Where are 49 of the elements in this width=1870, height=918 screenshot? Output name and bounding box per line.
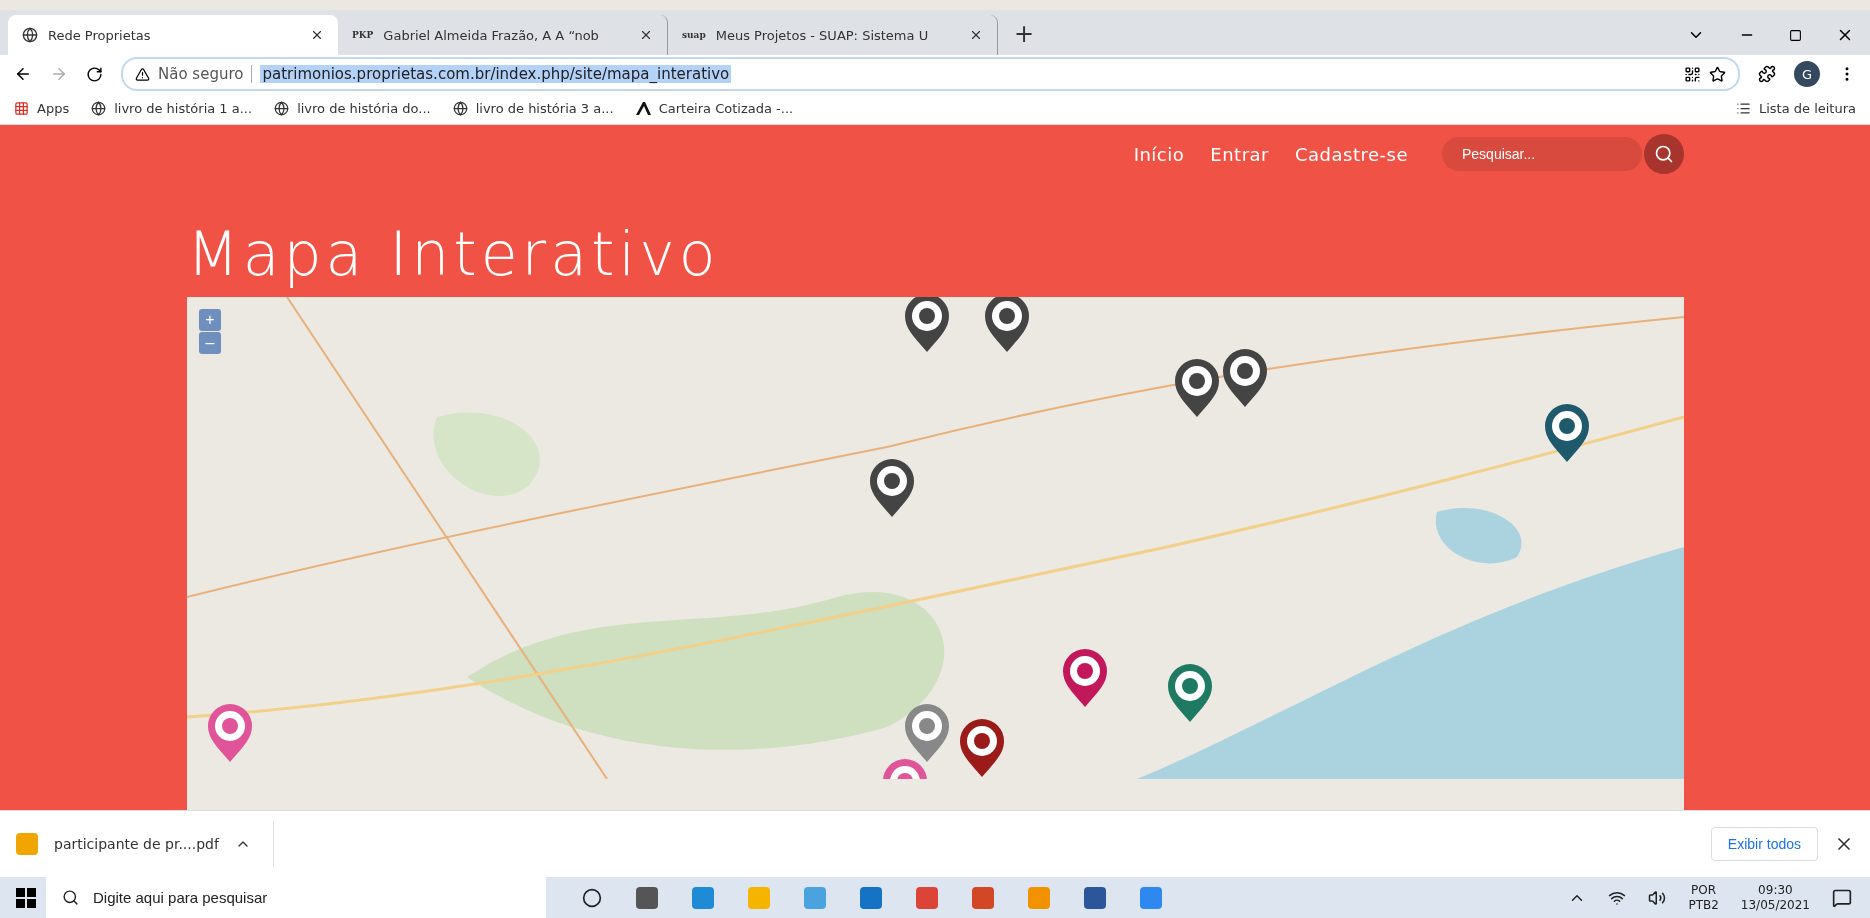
profile-avatar[interactable]: G bbox=[1794, 61, 1820, 87]
bookmark[interactable]: livro de história do... bbox=[274, 101, 431, 116]
qr-icon[interactable] bbox=[1684, 65, 1701, 83]
close-icon[interactable] bbox=[639, 28, 653, 42]
bookmark[interactable]: Carteira Cotizada -... bbox=[635, 101, 794, 116]
search-field[interactable]: Pesquisar... bbox=[1442, 137, 1642, 171]
search-button[interactable] bbox=[1644, 134, 1684, 174]
clock-date[interactable]: 13/05/2021 bbox=[1740, 897, 1810, 913]
bookmark[interactable]: livro de história 1 a... bbox=[91, 101, 253, 116]
globe-icon bbox=[22, 27, 38, 43]
list-icon bbox=[1735, 101, 1751, 116]
globe-icon bbox=[452, 101, 468, 116]
reading-list-button[interactable]: Lista de leitura bbox=[1735, 101, 1856, 116]
browser-tab[interactable]: Rede Proprietas bbox=[8, 15, 338, 55]
site-icon: suap bbox=[682, 30, 706, 40]
restore-icon[interactable] bbox=[1789, 28, 1802, 42]
reload-icon[interactable] bbox=[86, 65, 103, 83]
language-indicator[interactable]: PTB2 bbox=[1688, 897, 1719, 913]
back-icon[interactable] bbox=[14, 65, 32, 83]
windows-start-icon[interactable] bbox=[16, 887, 36, 908]
security-label: Não seguro bbox=[158, 65, 244, 83]
search-icon bbox=[62, 889, 79, 906]
search-icon bbox=[1654, 144, 1674, 164]
site-icon: PKP bbox=[352, 30, 374, 40]
language-indicator[interactable]: POR bbox=[1691, 882, 1717, 898]
notifications-icon[interactable] bbox=[1832, 887, 1852, 908]
chevron-logo-icon bbox=[635, 102, 651, 115]
bookmark-star-icon[interactable] bbox=[1709, 65, 1726, 83]
close-icon[interactable] bbox=[969, 28, 983, 42]
globe-icon bbox=[274, 101, 290, 116]
volume-icon[interactable] bbox=[1648, 888, 1667, 907]
cortana-icon[interactable] bbox=[582, 887, 602, 908]
url-text: patrimonios.proprietas.com.br/index.php/site/mapa_interativo bbox=[260, 65, 732, 83]
apps-icon bbox=[14, 101, 29, 116]
clock-time[interactable]: 09:30 bbox=[1758, 882, 1793, 898]
download-filename[interactable]: participante de pr....pdf bbox=[54, 836, 219, 852]
tab-title: Rede Proprietas bbox=[48, 27, 152, 43]
bookmark[interactable]: livro de história 3 a... bbox=[452, 101, 614, 116]
extensions-icon[interactable] bbox=[1758, 65, 1776, 83]
bookmark[interactable]: Apps bbox=[14, 101, 70, 116]
globe-icon bbox=[91, 101, 107, 116]
address-bar[interactable]: Não seguro patrimonios.proprietas.com.br/index.php/site/mapa_interativo bbox=[121, 57, 1740, 91]
show-all-button[interactable]: Exibir todos bbox=[1710, 827, 1818, 861]
page-title: Mapa Interativo bbox=[187, 221, 721, 287]
tab-title: Meus Projetos - SUAP: Sistema U bbox=[715, 27, 930, 43]
tab-title: Gabriel Almeida Frazão, A A “nob bbox=[383, 27, 600, 43]
close-icon[interactable] bbox=[310, 28, 324, 42]
warning-icon bbox=[135, 66, 150, 82]
new-tab-button[interactable]: + bbox=[998, 15, 1051, 55]
